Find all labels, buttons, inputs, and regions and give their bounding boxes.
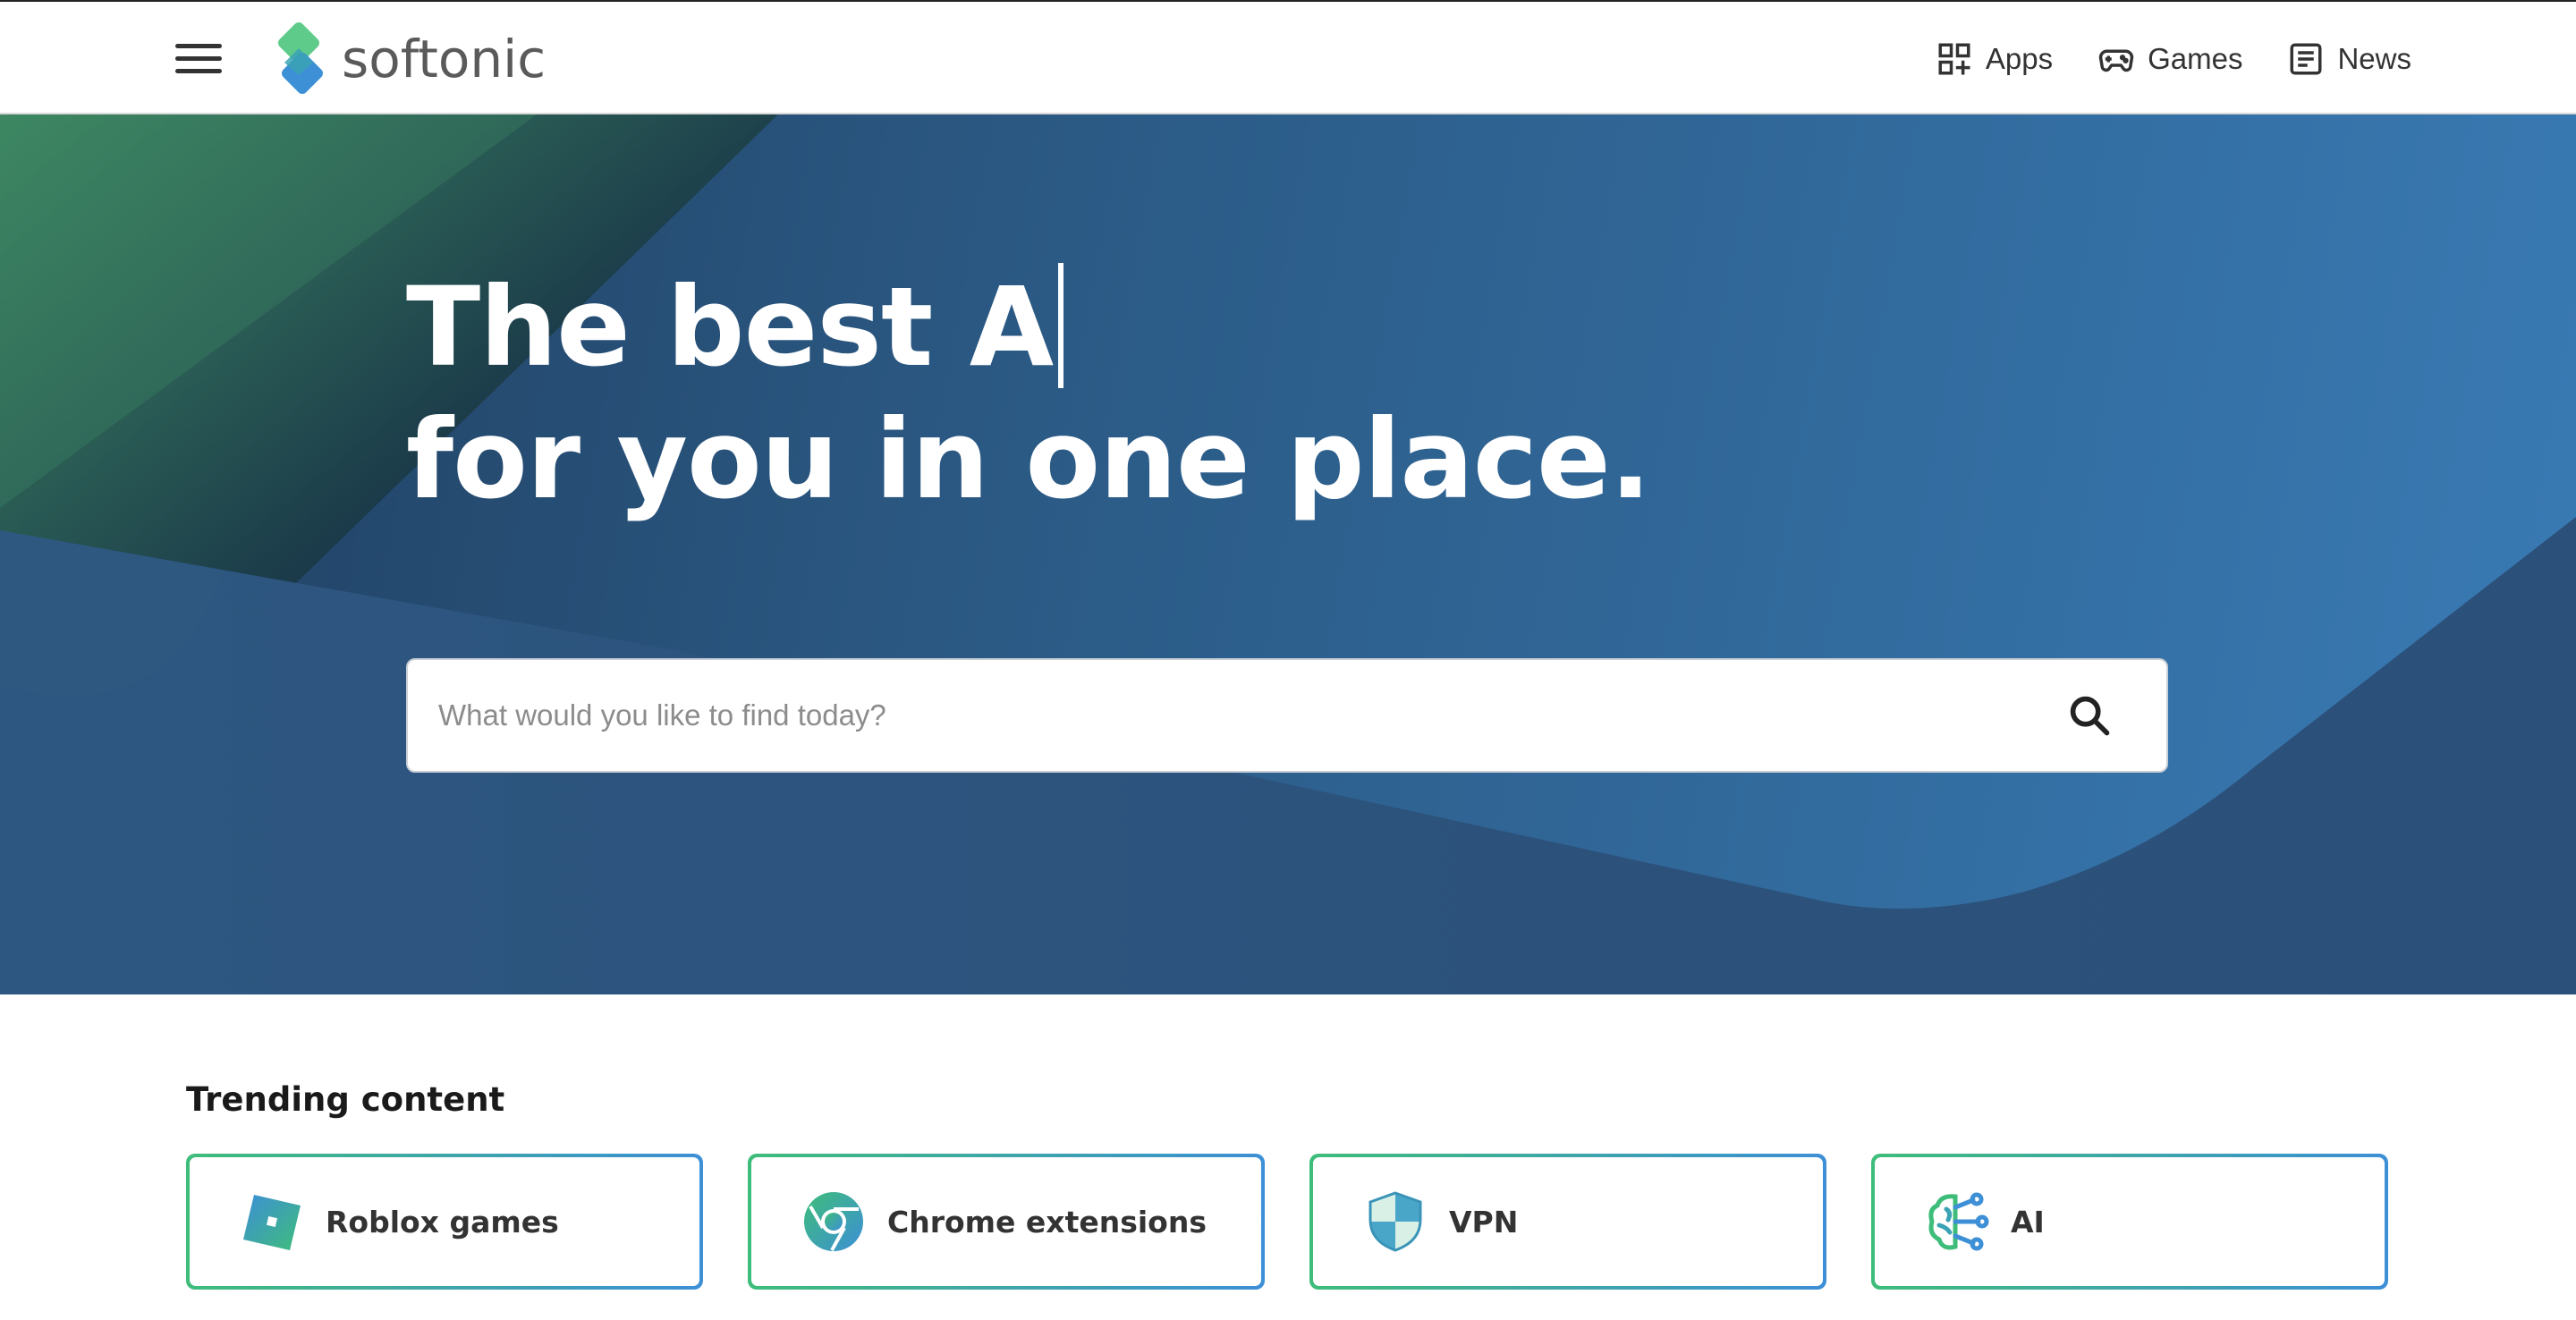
nav-games[interactable]: Games [2097,40,2242,78]
trending-card-ai[interactable]: AI [1871,1154,2388,1290]
trending-card-roblox[interactable]: Roblox games [186,1154,703,1290]
apps-grid-icon [1938,43,1970,75]
trending-card-label: Roblox games [326,1204,559,1240]
hero-headline-line1: The best A [406,264,1054,391]
site-header: softonic Apps Games News [0,0,2576,114]
brain-circuit-icon [1928,1192,1989,1251]
chrome-icon [804,1192,863,1251]
search-bar [406,658,2168,773]
trending-card-label: Chrome extensions [887,1204,1207,1240]
trending-title: Trending content [186,1080,505,1119]
roblox-icon [243,1195,301,1250]
softonic-logo[interactable]: softonic [268,21,546,97]
search-icon [2070,696,2110,736]
nav-games-label: Games [2148,42,2243,75]
nav-apps[interactable]: Apps [1936,40,2053,78]
trending-card-vpn[interactable]: VPN [1309,1154,1826,1290]
trending-card-label: AI [2011,1204,2045,1240]
search-button[interactable] [2061,687,2118,744]
menu-icon[interactable] [175,41,222,77]
hero-headline: The best A for you in one place. [406,261,1651,526]
logo-text: softonic [342,29,547,89]
nav-news-label: News [2337,42,2411,75]
hero-headline-line2: for you in one place. [406,396,1651,523]
typing-caret [1058,263,1064,388]
nav-apps-label: Apps [1985,42,2054,75]
trending-card-chrome[interactable]: Chrome extensions [748,1154,1265,1290]
gamepad-icon [2098,49,2134,72]
hero-background [0,114,2576,994]
nav-news[interactable]: News [2287,40,2411,78]
hero-section: The best A for you in one place. [0,114,2576,994]
newspaper-icon [2290,43,2322,75]
trending-card-label: VPN [1449,1204,1519,1240]
search-input[interactable] [408,660,2061,771]
softonic-logo-icon [278,22,323,94]
main-nav: Apps Games News [1936,34,2411,84]
trending-cards: Roblox games Chrome extensions VPN AI [186,1154,2388,1290]
shield-icon [1368,1191,1422,1252]
